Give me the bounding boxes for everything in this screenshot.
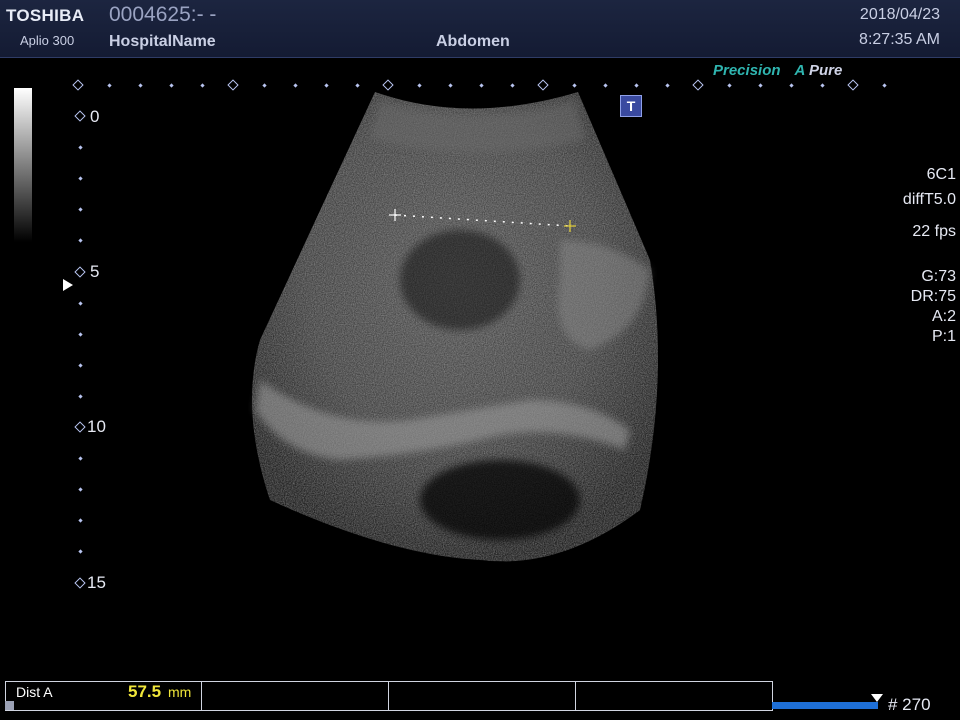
hospital-name: HospitalName (109, 33, 216, 50)
depth-major-tick (74, 576, 86, 589)
depth-minor-tick (78, 207, 83, 212)
measurement-value: 57.5 (128, 682, 162, 701)
probe-label: 6C1 (926, 166, 956, 183)
scale-major-tick (847, 79, 859, 91)
ultrasound-image[interactable] (230, 80, 690, 580)
depth-minor-tick (78, 332, 83, 337)
grayscale-bar (14, 88, 32, 242)
depth-minor-tick (78, 549, 83, 555)
scale-minor-tick (820, 83, 825, 88)
measurement-indicator (5, 701, 14, 710)
depth-minor-tick (78, 145, 83, 150)
a-value: A:2 (931, 308, 956, 325)
measurement-cell-empty[interactable] (388, 682, 576, 710)
focus-marker[interactable] (63, 279, 73, 291)
scale-minor-tick (107, 83, 112, 88)
exam-time: 8:27:35 AM (859, 31, 940, 48)
depth-minor-tick (78, 456, 83, 461)
scale-major-tick (692, 79, 704, 91)
frame-number: # 270 (888, 695, 931, 714)
measurement-cell-empty[interactable] (201, 682, 389, 710)
depth-major-tick (74, 110, 86, 122)
apure-a-label: A (794, 62, 805, 79)
depth-minor-tick (78, 238, 83, 244)
scale-major-tick (72, 79, 84, 91)
p-value: P:1 (931, 328, 956, 345)
apure-label: Pure (808, 62, 843, 79)
scale-minor-tick (200, 83, 205, 88)
cine-position-marker[interactable] (871, 694, 883, 702)
transducer-orientation-icon[interactable]: T (620, 95, 642, 117)
depth-scale: 0 5 10 15 (70, 100, 130, 600)
depth-label-15: 15 (87, 573, 106, 592)
frame-rate: 22 fps (912, 223, 956, 240)
dynamic-range-value: DR:75 (910, 288, 956, 305)
exam-date: 2018/04/23 (859, 6, 940, 23)
scale-minor-tick (169, 83, 174, 88)
scale-minor-tick (789, 83, 794, 88)
depth-minor-tick (78, 176, 83, 181)
model-name: Aplio 300 (20, 33, 75, 48)
preset-label: diffT5.0 (902, 191, 956, 208)
brand-logo: TOSHIBA (6, 6, 85, 25)
depth-major-tick (74, 421, 86, 433)
measurement-unit: mm (168, 684, 192, 700)
depth-minor-tick (78, 394, 83, 399)
scale-minor-tick (758, 83, 763, 88)
depth-minor-tick (78, 363, 83, 368)
gain-value: G:73 (921, 268, 956, 285)
precision-label: Precision (713, 62, 781, 79)
exam-type: Abdomen (436, 33, 510, 50)
depth-minor-tick (78, 300, 83, 306)
depth-minor-tick (78, 487, 83, 492)
depth-label-10: 10 (87, 417, 106, 436)
measurement-cell[interactable]: Dist A 57.5 mm (6, 682, 202, 710)
scale-minor-tick (727, 83, 732, 88)
patient-id: 0004625:- - (109, 3, 217, 26)
depth-label-0: 0 (90, 107, 100, 126)
scale-minor-tick (882, 83, 887, 88)
depth-minor-tick (78, 518, 83, 523)
mode-labels: Precision A Pure (713, 62, 842, 79)
depth-label-5: 5 (90, 262, 100, 281)
measurement-bar: Dist A 57.5 mm (5, 681, 773, 711)
scale-minor-tick (138, 83, 143, 88)
depth-major-tick (74, 265, 86, 278)
measurement-label: Dist A (16, 684, 53, 700)
header-bar: TOSHIBA Aplio 300 0004625:- - HospitalNa… (0, 0, 960, 58)
cine-progress-bar[interactable] (772, 702, 878, 709)
